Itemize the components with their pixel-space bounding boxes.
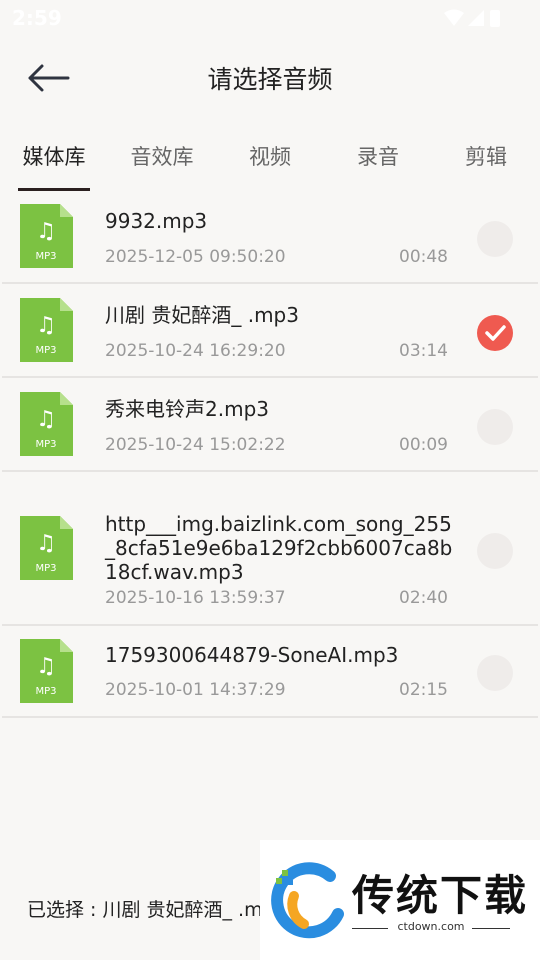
- battery-icon: [490, 10, 500, 27]
- tab-sound-effects[interactable]: 音效库: [108, 122, 216, 192]
- status-time: 2:59: [12, 6, 62, 30]
- svg-text:MP3: MP3: [35, 563, 56, 574]
- header: 请选择音频: [0, 36, 540, 122]
- mp3-file-icon: ♫ MP3: [20, 639, 73, 703]
- file-name: http___img.baizlink.com_song_255_8cfa51e…: [105, 512, 453, 584]
- mp3-file-icon: ♫ MP3: [20, 204, 73, 268]
- file-date: 2025-12-05 09:50:20: [105, 247, 286, 267]
- select-radio-checked[interactable]: [477, 315, 513, 351]
- watermark-text: 传统下载: [352, 871, 529, 920]
- select-radio[interactable]: [477, 533, 513, 569]
- mp3-file-icon: ♫ MP3: [20, 298, 73, 362]
- tab-video[interactable]: 视频: [216, 122, 324, 192]
- svg-text:MP3: MP3: [35, 345, 56, 356]
- select-radio[interactable]: [477, 221, 513, 257]
- active-tab-indicator: [18, 188, 90, 191]
- file-duration: 03:14: [399, 341, 448, 361]
- watermark-logo-icon: [271, 862, 344, 939]
- selected-file-label: 已选择 : 川剧 贵妃醉酒_ .m: [27, 899, 263, 921]
- list-item[interactable]: ♫ MP3 1759300644879-SoneAI.mp3 2025-10-0…: [0, 626, 540, 718]
- list-item[interactable]: ♫ MP3 川剧 贵妃醉酒_ .mp3 2025-10-24 16:29:20 …: [0, 284, 540, 378]
- divider: [2, 716, 538, 718]
- file-duration: 02:40: [399, 588, 448, 608]
- signal-icon: [468, 10, 484, 26]
- watermark-url: ctdown.com: [397, 920, 465, 933]
- file-duration: 00:09: [399, 435, 448, 455]
- status-bar: 2:59: [0, 0, 540, 36]
- tab-clip[interactable]: 剪辑: [432, 122, 540, 192]
- file-duration: 02:15: [399, 680, 448, 700]
- list-item[interactable]: ♫ MP3 http___img.baizlink.com_song_255_8…: [0, 472, 540, 626]
- file-date: 2025-10-24 16:29:20: [105, 341, 286, 361]
- svg-text:MP3: MP3: [35, 439, 56, 450]
- svg-text:♫: ♫: [36, 219, 56, 244]
- watermark: 传统下载 ctdown.com: [260, 840, 540, 960]
- page-title: 请选择音频: [207, 65, 333, 94]
- list-item[interactable]: ♫ MP3 9932.mp3 2025-12-05 09:50:20 00:48: [0, 192, 540, 284]
- file-date: 2025-10-16 13:59:37: [105, 588, 286, 608]
- tab-bar: 媒体库 音效库 视频 录音 剪辑: [0, 122, 540, 192]
- svg-text:♫: ♫: [36, 531, 56, 556]
- checkmark-icon: [485, 325, 506, 341]
- svg-text:♫: ♫: [36, 654, 56, 679]
- select-radio[interactable]: [477, 409, 513, 445]
- svg-text:♫: ♫: [36, 407, 56, 432]
- wifi-icon: [444, 9, 464, 26]
- list-item[interactable]: ♫ MP3 秀来电铃声2.mp3 2025-10-24 15:02:22 00:…: [0, 378, 540, 472]
- select-radio[interactable]: [477, 655, 513, 691]
- svg-text:MP3: MP3: [35, 251, 56, 262]
- file-name: 9932.mp3: [105, 209, 208, 233]
- file-name: 秀来电铃声2.mp3: [105, 397, 269, 421]
- file-name: 1759300644879-SoneAI.mp3: [105, 643, 399, 667]
- tab-media-library[interactable]: 媒体库: [0, 122, 108, 192]
- file-date: 2025-10-01 14:37:29: [105, 680, 286, 700]
- file-duration: 00:48: [399, 247, 448, 267]
- status-icons: [444, 9, 500, 27]
- file-name: 川剧 贵妃醉酒_ .mp3: [105, 303, 299, 327]
- file-date: 2025-10-24 15:02:22: [105, 435, 286, 455]
- tab-recording[interactable]: 录音: [324, 122, 432, 192]
- svg-text:MP3: MP3: [35, 686, 56, 697]
- mp3-file-icon: ♫ MP3: [20, 516, 73, 580]
- svg-text:♫: ♫: [36, 313, 56, 338]
- mp3-file-icon: ♫ MP3: [20, 392, 73, 456]
